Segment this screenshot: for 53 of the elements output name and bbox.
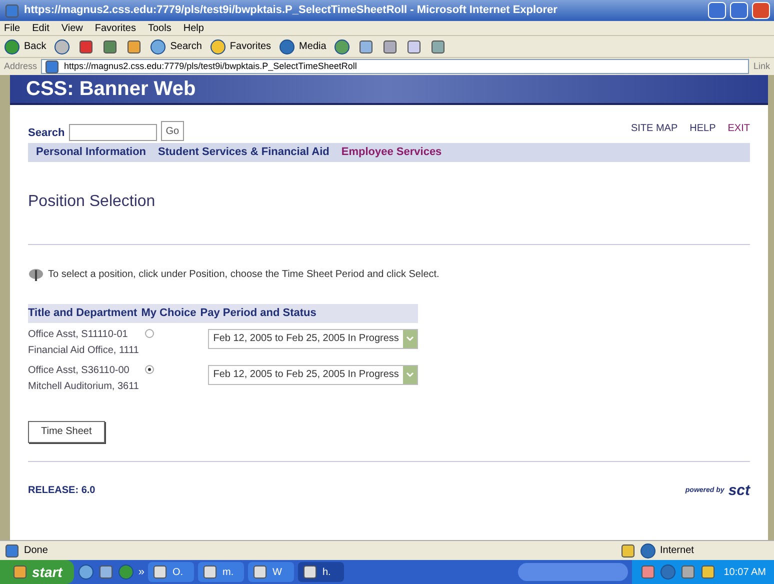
status-text: Done xyxy=(24,544,49,558)
address-field[interactable]: https://magnus2.css.edu:7779/pls/test9i/bwpktais.P_SelectTimeSheetRoll xyxy=(41,59,750,74)
back-button[interactable]: Back xyxy=(4,38,46,54)
search-label: Search xyxy=(28,126,65,140)
taskbar-button[interactable]: m. xyxy=(198,562,244,582)
column-header: My Choice xyxy=(141,304,200,322)
maximize-button[interactable] xyxy=(730,2,748,19)
favorites-button[interactable]: Favorites xyxy=(210,38,272,54)
close-button[interactable] xyxy=(752,2,770,19)
position-title: Office Asst, S36110-00 xyxy=(28,364,130,378)
top-link[interactable]: EXIT xyxy=(728,121,750,136)
choice-radio[interactable] xyxy=(145,364,154,374)
column-header: Pay Period and Status xyxy=(200,304,418,322)
top-link[interactable]: HELP xyxy=(690,121,716,136)
position-title: Office Asst, S11110-01 xyxy=(28,328,129,342)
release-label: RELEASE: 6.0 xyxy=(28,484,96,498)
time-sheet-button[interactable]: Time Sheet xyxy=(28,420,105,442)
menu-item[interactable]: Edit xyxy=(32,20,50,36)
sct-logo: sct xyxy=(728,480,750,500)
minimize-button[interactable] xyxy=(708,2,726,19)
taskbar-button[interactable]: O. xyxy=(148,562,194,582)
search-button[interactable]: Search xyxy=(150,38,202,54)
menu-item[interactable]: Favorites xyxy=(94,20,136,36)
menu-item[interactable]: Tools xyxy=(148,20,172,36)
window-title: https://magnus2.css.edu:7779/pls/test9i/bwpktais.P_SelectTimeSheetRoll - Microsoft Internet Explorer xyxy=(24,3,558,18)
instruction-text: To select a position, click under Position, choose the Time Sheet Period and click Select. xyxy=(48,268,440,282)
page-heading: Position Selection xyxy=(28,192,156,212)
nav-tab[interactable]: Student Services & Financial Aid xyxy=(158,144,330,161)
pay-period-dropdown[interactable]: Feb 12, 2005 to Feb 25, 2005 In Progress xyxy=(208,364,418,384)
menu-item[interactable]: Help xyxy=(183,20,204,36)
pay-period-dropdown[interactable]: Feb 12, 2005 to Feb 25, 2005 In Progress xyxy=(208,328,418,348)
more-chevron[interactable]: » xyxy=(138,564,144,580)
taskbar-button[interactable]: W xyxy=(248,562,294,582)
nav-tab[interactable]: Employee Services xyxy=(341,144,442,161)
department-name: Financial Aid Office, 1111 xyxy=(28,344,140,358)
menu-item[interactable]: File xyxy=(4,20,20,36)
info-icon xyxy=(28,268,44,282)
department-name: Mitchell Auditorium, 3611 xyxy=(28,380,140,394)
column-header: Title and Department xyxy=(28,304,142,322)
nav-tab[interactable]: Personal Information xyxy=(36,144,146,161)
taskbar-button[interactable]: h. xyxy=(298,562,344,582)
menu-item[interactable]: View xyxy=(61,20,83,36)
banner-title: CSS: Banner Web xyxy=(26,77,196,102)
links-label[interactable]: Link xyxy=(753,60,770,74)
choice-radio[interactable] xyxy=(145,328,154,338)
clock: 10:07 AM xyxy=(724,566,766,580)
zone-text: Internet xyxy=(660,544,695,558)
top-link[interactable]: SITE MAP xyxy=(630,121,678,136)
go-button[interactable]: Go xyxy=(160,121,184,141)
address-label: Address xyxy=(4,60,38,73)
media-button[interactable]: Media xyxy=(279,38,326,54)
search-field[interactable] xyxy=(68,124,157,141)
start-button[interactable]: start xyxy=(0,560,74,584)
